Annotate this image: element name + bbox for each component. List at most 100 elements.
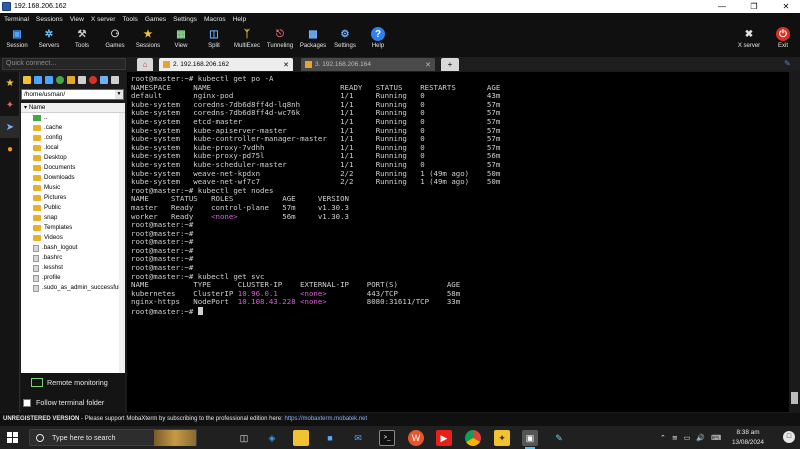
quick-connect-input[interactable]: Quick connect... [2,58,126,70]
wifi-icon[interactable]: ≊ [672,434,678,442]
file-list-header[interactable]: ▾ Name [21,103,125,113]
xserver-button[interactable]: ✖ X server [732,27,766,55]
help-button[interactable]: ? Help [361,27,395,55]
chrome-icon[interactable] [465,430,481,446]
close-button[interactable]: ✕ [774,0,798,13]
edge-icon[interactable]: ◈ [264,430,280,446]
close-tab-icon[interactable]: ✕ [425,61,431,69]
sftp-list-item[interactable]: .bashrc [21,253,125,263]
sftp-path-field[interactable]: /home/usman/ ▼ [21,89,124,100]
taskbar-search[interactable]: Type here to search [29,429,197,446]
task-view-icon[interactable]: ◫ [236,430,252,446]
sftp-list-item[interactable]: Desktop [21,153,125,163]
app-icon [2,2,11,11]
menu-help[interactable]: Help [233,16,247,23]
split-button[interactable]: ◫ Split [197,27,231,55]
battery-icon[interactable]: ▭ [684,434,691,442]
sftp-list-item[interactable]: .. [21,113,125,123]
upload-icon[interactable] [45,76,53,84]
sftp-list-item[interactable]: .profile [21,273,125,283]
permissions-icon[interactable] [111,76,119,84]
tools-icon: ⚒ [77,28,87,40]
chevron-down-icon[interactable]: ▼ [115,90,123,99]
menu-terminal[interactable]: Terminal [4,16,29,23]
mobatek-link[interactable]: https://mobaxterm.mobatek.net [284,416,367,422]
view-button[interactable]: ▦ View [164,27,198,55]
chevron-up-icon[interactable]: ⌃ [660,434,666,442]
terminal-scrollbar[interactable] [789,72,800,412]
restore-button[interactable]: ❐ [742,0,766,13]
tunneling-button[interactable]: ⎋ Tunneling [263,27,297,55]
mobaxterm-taskbar-icon[interactable]: ▣ [522,430,538,449]
sftp-list-item[interactable]: Pictures [21,193,125,203]
servers-button[interactable]: ✲ Servers [32,27,66,55]
new-folder-icon[interactable] [67,76,75,84]
packages-button[interactable]: ▩ Packages [296,27,330,55]
games-button[interactable]: ⚆ Games [98,27,132,55]
sftp-list-item[interactable]: Music [21,183,125,193]
app-folder-icon[interactable]: ✦ [494,430,510,446]
sftp-list-item[interactable]: .sudo_as_admin_successful [21,283,125,293]
menu-games[interactable]: Games [145,16,166,23]
file-list-scrollbar[interactable] [119,113,125,373]
sessions-button[interactable]: ★ Sessions [131,27,165,55]
new-tab-button[interactable]: + [441,58,459,71]
paint-icon[interactable]: ✎ [551,430,567,446]
taskbar-clock[interactable]: 8:38 am 13/08/2024 [724,428,772,447]
minimize-button[interactable]: — [710,0,734,13]
follow-terminal-folder-checkbox[interactable]: Follow terminal folder [23,398,104,407]
sftp-list-item[interactable]: Downloads [21,173,125,183]
menu-tools[interactable]: Tools [122,16,137,23]
terminal-app-icon[interactable]: >_ [379,430,395,446]
menu-sessions[interactable]: Sessions [36,16,63,23]
sftp-list-item[interactable]: Public [21,203,125,213]
sftp-list-item[interactable]: .lesshst [21,263,125,273]
remote-monitoring-button[interactable]: Remote monitoring [31,378,108,387]
youtube-icon[interactable]: ▶ [436,430,452,446]
sessions-side-tab[interactable]: ★ [0,72,20,94]
sftp-list-item[interactable]: .cache [21,123,125,133]
sftp-list-item[interactable]: .config [21,133,125,143]
checkbox-box[interactable] [23,398,31,407]
windows-start-button[interactable] [7,432,18,443]
rename-icon[interactable] [100,76,108,84]
tools-side-tab[interactable]: ✦ [0,94,20,116]
store-icon[interactable]: ■ [322,430,338,446]
menu-settings[interactable]: Settings [173,16,197,23]
terminal-output[interactable]: root@master:~# kubectl get po -A NAMESPAC… [127,72,789,412]
multiexec-button[interactable]: ᛉ MultiExec [230,27,264,55]
sftp-list-item[interactable]: Templates [21,223,125,233]
tools-button[interactable]: ⚒ Tools [65,27,99,55]
macros-side-tab[interactable]: ● [0,138,20,160]
language-icon[interactable]: ⌨ [711,434,721,442]
wps-icon[interactable]: W [408,430,424,446]
sftp-list-item[interactable]: .local [21,143,125,153]
menu-xserver[interactable]: X server [91,16,116,23]
terminal-cell: 50m [486,177,501,187]
exit-button[interactable]: ⏻ Exit [766,27,800,55]
refresh-icon[interactable] [56,76,64,84]
home-tab[interactable]: ⌂ [137,58,153,71]
sftp-list-item[interactable]: .bash_logout [21,243,125,253]
tab-session-3[interactable]: 3. 192.168.206.164 ✕ [301,58,435,71]
session-button[interactable]: ▣ Session [0,27,34,55]
sftp-list-item[interactable]: Videos [21,233,125,243]
attach-icon[interactable]: ✎ [784,59,792,68]
sftp-side-tab[interactable]: ➤ [0,116,20,138]
notification-icon[interactable]: □ [783,431,795,443]
new-file-icon[interactable] [78,76,86,84]
folder-up-icon[interactable] [23,76,31,84]
scrollbar-thumb[interactable] [791,392,798,404]
menu-view[interactable]: View [70,16,84,23]
sftp-list-item[interactable]: Documents [21,163,125,173]
tab-session-2[interactable]: 2. 192.168.206.162 ✕ [159,58,293,71]
menu-macros[interactable]: Macros [204,16,226,23]
volume-icon[interactable]: 🔊 [696,434,705,442]
settings-button[interactable]: ⚙ Settings [328,27,362,55]
close-tab-icon[interactable]: ✕ [283,61,289,69]
sftp-list-item[interactable]: snap [21,213,125,223]
mail-icon[interactable]: ✉ [350,430,366,446]
delete-icon[interactable] [89,76,97,84]
download-icon[interactable] [34,76,42,84]
file-explorer-icon[interactable] [293,430,309,446]
